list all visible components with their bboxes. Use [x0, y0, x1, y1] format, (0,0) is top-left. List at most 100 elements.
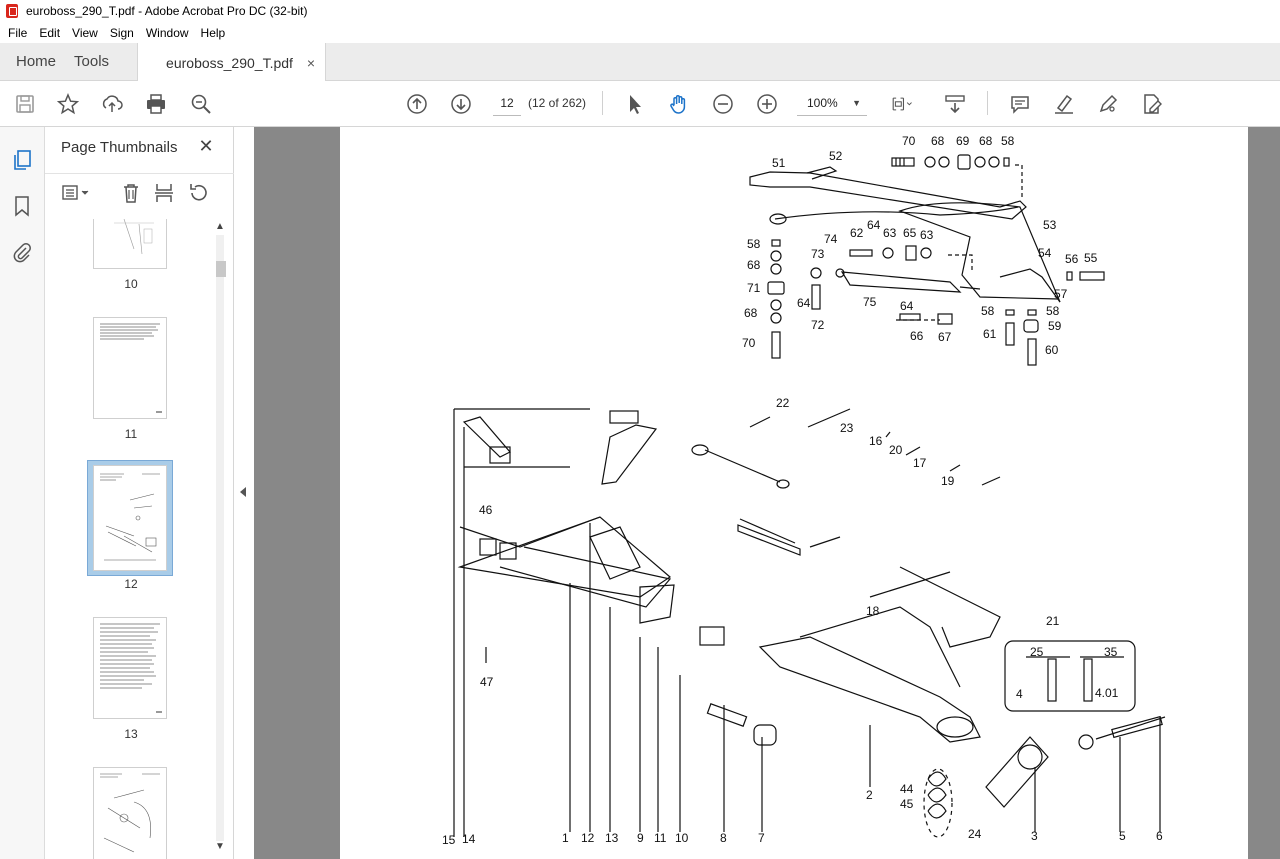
- delete-page-icon[interactable]: [120, 182, 142, 204]
- extract-pages-icon[interactable]: [153, 182, 175, 204]
- collapse-panel-icon[interactable]: [240, 487, 246, 497]
- scroll-mode-icon[interactable]: [943, 92, 967, 116]
- tab-tools[interactable]: Tools: [72, 43, 125, 80]
- svg-text:71: 71: [747, 281, 761, 295]
- page-thumbnails-icon[interactable]: [11, 149, 33, 171]
- page-fit-icon[interactable]: [887, 92, 917, 116]
- menu-window[interactable]: Window: [142, 26, 193, 40]
- tab-document[interactable]: euroboss_290_T.pdf ×: [137, 43, 327, 82]
- acrobat-app-icon: [6, 4, 18, 18]
- svg-text:58: 58: [1001, 134, 1015, 148]
- svg-text:51: 51: [772, 156, 786, 170]
- svg-text:70: 70: [902, 134, 916, 148]
- thumbnail-page[interactable]: [93, 317, 167, 419]
- scroll-up-icon[interactable]: ▲: [215, 221, 225, 232]
- svg-text:7: 7: [758, 831, 765, 845]
- svg-text:11: 11: [654, 831, 667, 845]
- svg-text:68: 68: [744, 306, 758, 320]
- save-icon[interactable]: [13, 92, 37, 116]
- svg-text:52: 52: [829, 149, 843, 163]
- svg-text:69: 69: [956, 134, 970, 148]
- svg-text:55: 55: [1084, 251, 1098, 265]
- thumbnails-panel: Page Thumbnails ✕ 10 11 12 13 ▲ ▼: [45, 127, 234, 859]
- menu-file[interactable]: File: [4, 26, 31, 40]
- menu-sign[interactable]: Sign: [106, 26, 138, 40]
- highlight-icon[interactable]: [1052, 92, 1076, 116]
- svg-text:5: 5: [1119, 829, 1126, 843]
- svg-text:2: 2: [866, 788, 873, 802]
- page-up-icon[interactable]: [405, 92, 429, 116]
- zoom-select[interactable]: 100% ▼: [797, 90, 867, 116]
- bookmark-star-icon[interactable]: [56, 92, 80, 116]
- svg-text:63: 63: [920, 228, 934, 242]
- thumbnail-page[interactable]: [93, 767, 167, 859]
- svg-text:64: 64: [797, 296, 811, 310]
- callout-labels: 70 68 69 68 58 51 52 53 74 64 62 63 65 6…: [442, 134, 1163, 847]
- svg-text:59: 59: [1048, 319, 1062, 333]
- print-icon[interactable]: [144, 92, 168, 116]
- attachments-icon[interactable]: [11, 241, 33, 263]
- thumbnail-label: 12: [124, 577, 138, 591]
- page-down-icon[interactable]: [449, 92, 473, 116]
- document-view[interactable]: 70 68 69 68 58 51 52 53 74 64 62 63 65 6…: [254, 127, 1280, 859]
- hand-icon[interactable]: [667, 92, 691, 116]
- svg-text:68: 68: [979, 134, 993, 148]
- panel-title: Page Thumbnails: [61, 139, 178, 156]
- svg-text:68: 68: [747, 258, 761, 272]
- scroll-track: [216, 235, 224, 841]
- upload-icon[interactable]: [100, 92, 124, 116]
- thumbnail-label: 10: [124, 277, 138, 291]
- svg-text:74: 74: [824, 232, 838, 246]
- zoom-out-icon[interactable]: [711, 92, 735, 116]
- fill-sign-icon[interactable]: [1140, 92, 1164, 116]
- close-tab-icon[interactable]: ×: [307, 55, 315, 71]
- page-number-input[interactable]: [493, 90, 521, 116]
- toolbar-separator: [602, 91, 603, 115]
- svg-text:17: 17: [913, 456, 927, 470]
- thumbnail-label: 13: [124, 727, 138, 741]
- thumbnail-page-selected[interactable]: [93, 465, 167, 571]
- thumbnail-page[interactable]: [93, 219, 167, 269]
- svg-text:65: 65: [903, 226, 917, 240]
- svg-text:73: 73: [811, 247, 825, 261]
- svg-text:18: 18: [866, 604, 880, 618]
- main-toolbar: [0, 81, 1280, 127]
- draw-icon[interactable]: [1096, 92, 1120, 116]
- scroll-thumb[interactable]: [216, 261, 226, 277]
- thumbnail-list[interactable]: 10 11 12 13: [45, 219, 234, 859]
- svg-text:68: 68: [931, 134, 945, 148]
- close-panel-icon[interactable]: ✕: [197, 137, 215, 155]
- panel-splitter[interactable]: [234, 127, 254, 859]
- panel-toolbar: [45, 173, 234, 211]
- svg-text:12: 12: [581, 831, 595, 845]
- svg-text:19: 19: [941, 474, 955, 488]
- thumbnail-scrollbar[interactable]: ▲ ▼: [212, 219, 226, 857]
- svg-text:64: 64: [867, 218, 881, 232]
- scroll-down-icon[interactable]: ▼: [215, 841, 225, 852]
- rotate-page-icon[interactable]: [187, 182, 209, 204]
- select-cursor-icon[interactable]: [623, 92, 647, 116]
- parts-diagram: 70 68 69 68 58 51 52 53 74 64 62 63 65 6…: [442, 134, 1166, 847]
- svg-text:4.01: 4.01: [1095, 686, 1119, 700]
- svg-text:24: 24: [968, 827, 982, 841]
- menu-help[interactable]: Help: [197, 26, 230, 40]
- zoom-in-icon[interactable]: [755, 92, 779, 116]
- svg-text:6: 6: [1156, 829, 1163, 843]
- svg-text:16: 16: [869, 434, 883, 448]
- menu-edit[interactable]: Edit: [35, 26, 64, 40]
- tab-home[interactable]: Home: [0, 43, 72, 80]
- thumbnail-label: 11: [124, 427, 138, 441]
- svg-text:20: 20: [889, 443, 903, 457]
- menu-view[interactable]: View: [68, 26, 102, 40]
- thumbnail-page[interactable]: [93, 617, 167, 719]
- svg-text:4: 4: [1016, 687, 1023, 701]
- bookmarks-icon[interactable]: [11, 195, 33, 217]
- thumbnail-options-icon[interactable]: [61, 182, 91, 204]
- svg-text:57: 57: [1054, 287, 1068, 301]
- svg-text:14: 14: [462, 832, 476, 846]
- comment-icon[interactable]: [1008, 92, 1032, 116]
- svg-text:10: 10: [675, 831, 689, 845]
- zoom-search-icon[interactable]: [189, 92, 213, 116]
- title-bar: euroboss_290_T.pdf - Adobe Acrobat Pro D…: [0, 0, 1280, 22]
- tab-bar: Home Tools euroboss_290_T.pdf ×: [0, 43, 1280, 82]
